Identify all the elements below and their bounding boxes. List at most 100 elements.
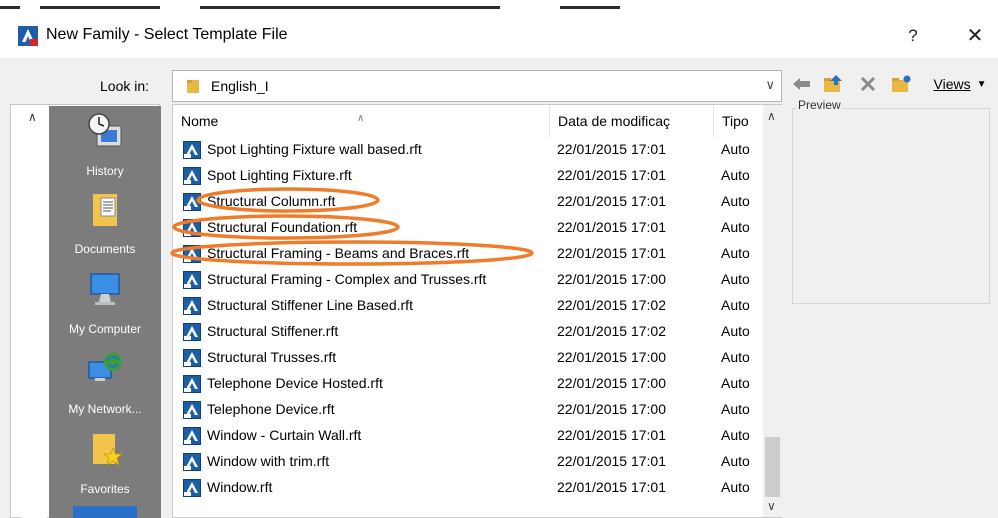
new-folder-button[interactable] bbox=[888, 72, 914, 96]
file-name: Structural Framing - Complex and Trusses… bbox=[207, 271, 487, 287]
favorites-icon bbox=[93, 434, 123, 466]
family-template-file-icon bbox=[183, 453, 201, 471]
family-template-file-icon bbox=[183, 323, 201, 341]
file-type: Auto bbox=[721, 453, 750, 469]
file-list-scrollbar[interactable]: ∧ ∨ bbox=[763, 105, 782, 517]
history-icon bbox=[88, 113, 122, 147]
file-row[interactable]: Spot Lighting Fixture wall based.rft 22/0… bbox=[173, 137, 763, 163]
help-button[interactable]: ? bbox=[898, 22, 928, 50]
sort-ascending-icon: ∧ bbox=[357, 113, 365, 124]
look-in-value: English_I bbox=[211, 78, 269, 94]
family-template-file-icon bbox=[183, 245, 201, 263]
column-header-type[interactable]: Tipo bbox=[713, 105, 761, 137]
file-name: Structural Stiffener Line Based.rft bbox=[207, 297, 413, 313]
views-button[interactable]: Views ▼ bbox=[928, 72, 992, 96]
file-row[interactable]: Telephone Device Hosted.rft 22/01/2015 17… bbox=[173, 371, 763, 397]
close-button[interactable]: ✕ bbox=[960, 22, 990, 50]
documents-icon bbox=[93, 194, 117, 226]
file-row[interactable]: Window with trim.rft 22/01/2015 17:01 Auto bbox=[173, 449, 763, 475]
column-header-name[interactable]: Nome ∧ bbox=[173, 105, 549, 137]
file-row[interactable]: Window.rft 22/01/2015 17:01 Auto bbox=[173, 475, 763, 501]
places-bar: ∧ History Documents My Computer My Netwo… bbox=[10, 104, 161, 518]
delete-icon bbox=[860, 76, 876, 92]
file-row[interactable]: Spot Lighting Fixture.rft 22/01/2015 17:0… bbox=[173, 163, 763, 189]
file-type: Auto bbox=[721, 193, 750, 209]
place-label: Favorites bbox=[80, 482, 130, 496]
file-type: Auto bbox=[721, 219, 750, 235]
scroll-up-icon[interactable]: ∧ bbox=[28, 110, 37, 124]
file-row[interactable]: Structural Foundation.rft 22/01/2015 17:0… bbox=[173, 215, 763, 241]
places-overflow-item[interactable] bbox=[73, 506, 137, 518]
family-template-file-icon bbox=[183, 401, 201, 419]
file-date: 22/01/2015 17:00 bbox=[557, 349, 666, 365]
look-in-dropdown[interactable]: English_I ∨ bbox=[172, 70, 782, 102]
file-type: Auto bbox=[721, 427, 750, 443]
place-documents[interactable]: Documents bbox=[49, 186, 161, 266]
file-date: 22/01/2015 17:00 bbox=[557, 375, 666, 391]
file-name: Structural Framing - Beams and Braces.rf… bbox=[207, 245, 470, 261]
preview-pane bbox=[792, 108, 990, 304]
up-folder-button[interactable] bbox=[820, 72, 846, 96]
place-history[interactable]: History bbox=[49, 108, 161, 188]
chevron-down-icon: ∨ bbox=[765, 77, 775, 92]
file-type: Auto bbox=[721, 297, 750, 313]
file-date: 22/01/2015 17:01 bbox=[557, 245, 666, 261]
file-name: Spot Lighting Fixture wall based.rft bbox=[207, 141, 422, 157]
column-header-date[interactable]: Data de modificaç bbox=[549, 105, 713, 137]
family-template-file-icon bbox=[183, 375, 201, 393]
file-date: 22/01/2015 17:00 bbox=[557, 401, 666, 417]
file-name: Structural Foundation.rft bbox=[207, 219, 358, 235]
file-type: Auto bbox=[721, 245, 750, 261]
column-header-label: Data de modificaç bbox=[558, 113, 671, 129]
place-favorites[interactable]: Favorites bbox=[49, 426, 161, 506]
file-date: 22/01/2015 17:00 bbox=[557, 271, 666, 287]
file-row[interactable]: Structural Stiffener.rft 22/01/2015 17:02… bbox=[173, 319, 763, 345]
up-folder-icon bbox=[824, 75, 842, 92]
file-name: Telephone Device.rft bbox=[207, 401, 335, 417]
family-template-file-icon bbox=[183, 193, 201, 211]
scroll-up-icon[interactable]: ∧ bbox=[767, 109, 776, 123]
places-scrollbar[interactable]: ∧ bbox=[21, 106, 47, 518]
my-computer-icon bbox=[90, 273, 120, 305]
file-date: 22/01/2015 17:02 bbox=[557, 323, 666, 339]
file-date: 22/01/2015 17:01 bbox=[557, 193, 666, 209]
new-folder-icon bbox=[892, 75, 911, 92]
file-date: 22/01/2015 17:02 bbox=[557, 297, 666, 313]
place-my-network[interactable]: My Network... bbox=[49, 346, 161, 426]
file-row[interactable]: Structural Framing - Beams and Braces.rf… bbox=[173, 241, 763, 267]
top-edge-strip bbox=[0, 0, 998, 14]
file-row[interactable]: Structural Framing - Complex and Trusses… bbox=[173, 267, 763, 293]
file-row[interactable]: Window - Curtain Wall.rft 22/01/2015 17:0… bbox=[173, 423, 763, 449]
family-template-file-icon bbox=[183, 271, 201, 289]
place-my-computer[interactable]: My Computer bbox=[49, 266, 161, 346]
file-name: Telephone Device Hosted.rft bbox=[207, 375, 383, 391]
delete-button[interactable] bbox=[856, 72, 880, 96]
file-row[interactable]: Structural Trusses.rft 22/01/2015 17:00 Au… bbox=[173, 345, 763, 371]
dialog-body: Look in: English_I ∨ Views ▼ ∧ History D… bbox=[0, 58, 998, 518]
family-template-file-icon bbox=[183, 297, 201, 315]
preview-label: Preview bbox=[796, 98, 843, 112]
file-name: Structural Trusses.rft bbox=[207, 349, 337, 365]
place-label: History bbox=[86, 164, 124, 178]
place-label: My Computer bbox=[68, 322, 142, 336]
file-type: Auto bbox=[721, 349, 750, 365]
column-header-label: Tipo bbox=[722, 113, 749, 129]
place-label: My Network... bbox=[68, 402, 142, 416]
file-date: 22/01/2015 17:01 bbox=[557, 453, 666, 469]
scroll-down-icon[interactable]: ∨ bbox=[767, 499, 776, 513]
back-button[interactable] bbox=[790, 72, 814, 96]
file-date: 22/01/2015 17:01 bbox=[557, 141, 666, 157]
file-name: Window.rft bbox=[207, 479, 273, 495]
family-template-file-icon bbox=[183, 219, 201, 237]
scrollbar-thumb[interactable] bbox=[765, 437, 780, 497]
column-header-label: Nome bbox=[181, 113, 219, 129]
family-template-file-icon bbox=[183, 479, 201, 497]
file-row[interactable]: Telephone Device.rft 22/01/2015 17:00 Auto bbox=[173, 397, 763, 423]
file-rows: Spot Lighting Fixture wall based.rft 22/0… bbox=[173, 137, 763, 501]
views-label: Views bbox=[933, 76, 971, 92]
file-date: 22/01/2015 17:01 bbox=[557, 479, 666, 495]
file-row[interactable]: Structural Stiffener Line Based.rft 22/01… bbox=[173, 293, 763, 319]
back-arrow-icon bbox=[793, 78, 810, 90]
file-name: Structural Column.rft bbox=[207, 193, 336, 209]
file-row[interactable]: Structural Column.rft 22/01/2015 17:01 Aut… bbox=[173, 189, 763, 215]
